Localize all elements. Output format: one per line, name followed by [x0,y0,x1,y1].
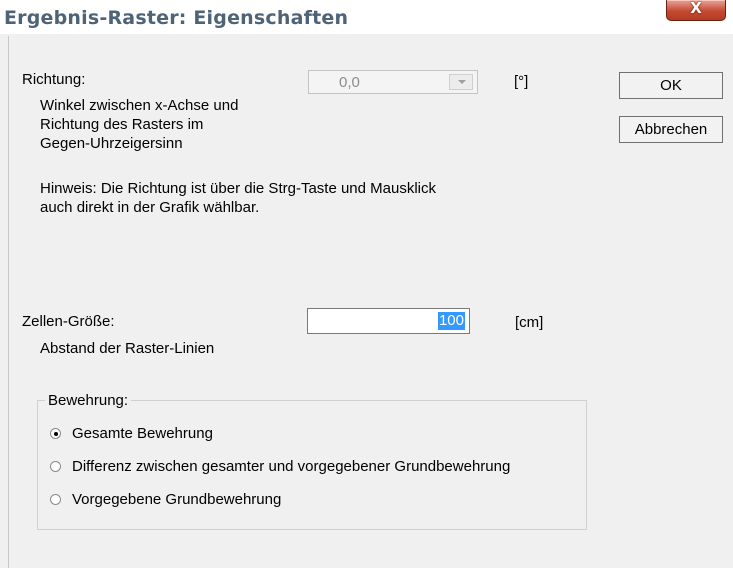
close-icon: X [690,0,702,17]
richtung-dropdown[interactable]: 0,0 [308,70,478,94]
zellen-description: Abstand der Raster-Linien [40,340,215,357]
radio-label[interactable]: Gesamte Bewehrung [72,424,213,443]
richtung-unit: [°] [514,73,529,90]
radio-button-selected[interactable] [50,428,61,439]
radio-button[interactable] [50,494,61,505]
dialog-title: Ergebnis-Raster: Eigenschaften [4,7,349,29]
zellen-unit: [cm] [515,314,544,331]
radio-button[interactable] [50,461,61,472]
zellen-input[interactable]: 100 [307,308,470,334]
richtung-value: 0,0 [339,74,360,91]
hint-line-2: auch direkt in der Grafik wählbar. [40,199,260,216]
title-bar: Ergebnis-Raster: Eigenschaften X [0,0,733,34]
close-button[interactable]: X [666,0,726,21]
dialog-window: Ergebnis-Raster: Eigenschaften X Richtun… [0,0,733,568]
richtung-description-line-1: Winkel zwischen x-Achse und [40,97,239,114]
bewehrung-label: Bewehrung: [45,391,132,410]
richtung-description-line-3: Gegen-Uhrzeigersinn [40,135,183,152]
zellen-label: Zellen-Größe: [22,313,115,330]
richtung-description-line-2: Richtung des Rasters im [40,116,204,133]
cancel-button[interactable]: Abbrechen [619,116,723,143]
zellen-value: 100 [437,312,465,330]
radio-label[interactable]: Differenz zwischen gesamter und vorgegeb… [72,457,510,476]
richtung-label: Richtung: [22,71,86,88]
chevron-down-icon[interactable] [449,74,473,90]
ok-button[interactable]: OK [619,72,723,99]
hint-line-1: Hinweis: Die Richtung ist über die Strg-… [40,180,436,197]
radio-label[interactable]: Vorgegebene Grundbewehrung [72,490,281,509]
